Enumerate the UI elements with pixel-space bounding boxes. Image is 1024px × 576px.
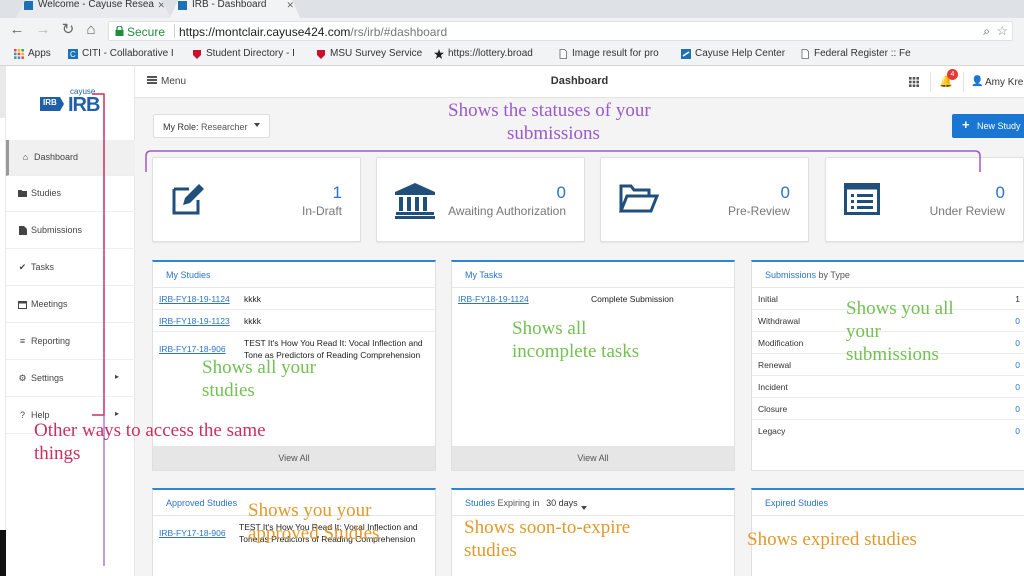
annotation-expired: Shows expired studies [747, 529, 917, 550]
statuses-bracket [145, 150, 981, 172]
annotation-studies-line1: Shows all your [202, 357, 316, 378]
annotation-lines [92, 93, 981, 566]
annotation-tasks-line2: incomplete tasks [512, 341, 640, 362]
sidebar-bracket [92, 93, 105, 416]
annotation-expiring-line1: Shows soon-to-expire [464, 517, 631, 538]
annotation-subs-line1: Shows you all [846, 298, 954, 319]
annotation-other-line2: things [34, 443, 81, 464]
annotation-other-line1: Other ways to access the same [34, 420, 266, 441]
annotation-subs-line3: submissions [846, 344, 939, 365]
annotation-subs-line2: your [846, 321, 881, 342]
annotation-statuses-line2: submissions [507, 123, 600, 144]
annotation-studies-line2: studies [202, 380, 255, 401]
annotation-expiring-line2: studies [464, 540, 517, 561]
annotation-approved-line2: approved Studies [248, 523, 380, 544]
annotation-approved-line1: Shows you your [248, 500, 372, 521]
annotation-tasks-line1: Shows all [512, 318, 587, 339]
annotation-statuses-line1: Shows the statuses of your [448, 100, 651, 121]
